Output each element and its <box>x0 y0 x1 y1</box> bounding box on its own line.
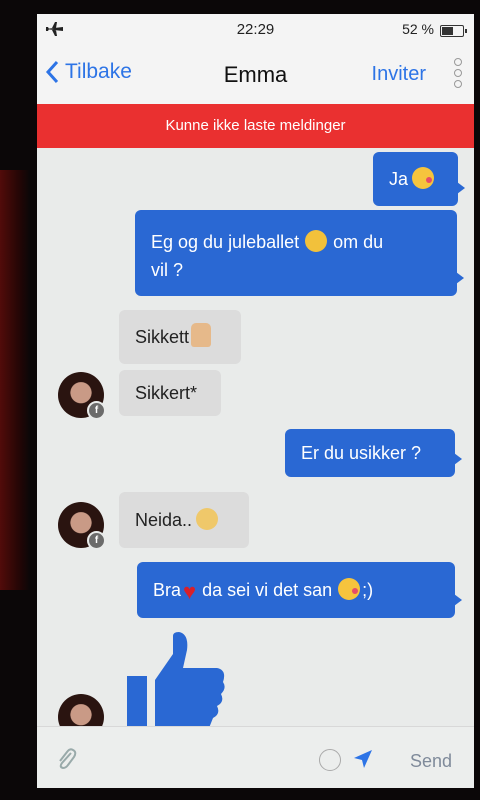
thumbs-up-emoji <box>191 323 212 347</box>
more-options-icon[interactable] <box>454 58 464 92</box>
message-text: Eg og du juleballet <box>151 232 300 252</box>
avatar[interactable]: f <box>58 372 106 420</box>
invite-button[interactable]: Inviter <box>372 63 426 86</box>
smiley-emoji <box>305 230 328 252</box>
message-text: Ja <box>389 169 409 189</box>
location-icon[interactable] <box>353 749 373 769</box>
heart-emoji: ♥ <box>183 579 197 604</box>
message-bubble-incoming[interactable]: Sikkett <box>119 310 241 364</box>
message-text: Neida.. <box>135 510 193 530</box>
message-bubble-outgoing[interactable]: Ja <box>373 152 465 206</box>
battery-percent: 52 % <box>402 21 434 37</box>
facebook-badge-icon: f <box>87 531 106 550</box>
message-bubble-incoming[interactable]: Neida.. <box>119 492 249 548</box>
phone-screen: 22:29 52 % Tilbake Emma Inviter Kunne ik… <box>37 14 474 788</box>
message-text: om du <box>333 232 384 252</box>
status-bar: 22:29 52 % <box>37 14 474 46</box>
wink-kiss-emoji <box>338 578 361 600</box>
message-text: Sikkett <box>135 327 190 347</box>
battery-icon <box>440 25 467 37</box>
send-button[interactable]: Send <box>410 751 452 772</box>
emoji-picker-icon[interactable] <box>319 749 341 771</box>
wink-kiss-emoji <box>412 167 435 189</box>
message-text: Sikkert* <box>135 383 198 403</box>
thumbs-up-sticker[interactable] <box>127 632 227 728</box>
facebook-badge-icon: f <box>87 401 106 420</box>
message-bubble-incoming[interactable]: Sikkert* <box>119 370 221 416</box>
attachment-icon[interactable] <box>55 747 77 771</box>
message-text: vil ? <box>151 260 184 280</box>
message-text: Bra <box>153 580 182 600</box>
message-text: ;) <box>362 580 374 600</box>
nav-bar: Tilbake Emma Inviter <box>37 46 474 104</box>
message-text: Er du usikker ? <box>301 443 422 463</box>
composer-bar: Send <box>37 726 474 788</box>
message-bubble-outgoing[interactable]: Eg og du juleballet om du vil ? <box>135 210 464 296</box>
background-glare <box>0 170 30 590</box>
message-bubble-outgoing[interactable]: Bra♥ da sei vi det san;) <box>137 562 462 618</box>
message-bubble-outgoing[interactable]: Er du usikker ? <box>285 429 462 477</box>
message-text: da sei vi det san <box>202 580 333 600</box>
avatar[interactable]: f <box>58 502 106 550</box>
relieved-emoji <box>196 508 219 530</box>
error-banner: Kunne ikke laste meldinger <box>37 104 474 148</box>
